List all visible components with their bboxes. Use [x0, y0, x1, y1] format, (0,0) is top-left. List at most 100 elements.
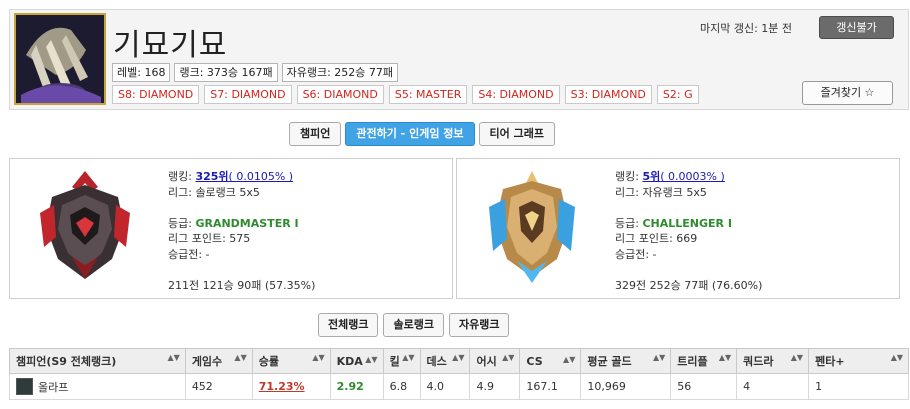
solo-tier: GRANDMASTER I [195, 216, 299, 230]
flex-promo: 승급전: - [615, 247, 657, 261]
flex-rank-link[interactable]: 5위 [642, 170, 660, 183]
col-penta[interactable]: 펜타+ ▲▼ [808, 348, 909, 374]
cell-deaths: 4.0 [419, 373, 471, 400]
flex-rank-info: 랭킹: 5위( 0.0003% ) 리그: 자유랭크 5x5 등급: CHALL… [615, 169, 762, 293]
solo-record: 211전 121승 90패 (57.35%) [168, 278, 316, 292]
profile-stats: 레벨: 168 랭크: 373승 167패 자유랭크: 252승 77패 [112, 63, 399, 82]
col-kda[interactable]: KDA ▲▼ [329, 348, 384, 374]
cell-kills: 6.8 [382, 373, 421, 400]
mode-tabs: 챔피언 관전하기 - 인게임 정보 티어 그래프 [289, 122, 555, 146]
champion-stats-table: 챔피언(S9 전체랭크) ▲▼ 게임수 ▲▼ 승률 ▲▼ KDA ▲▼ 킬 ▲▼ 데스 ▲▼… [9, 348, 909, 400]
rank-label: 랭킹: [168, 170, 196, 183]
profile-header: 기묘기묘 레벨: 168 랭크: 373승 167패 자유랭크: 252승 77… [9, 9, 909, 110]
sort-icon: ▲▼ [452, 353, 465, 362]
header-label: 데스 [426, 355, 447, 368]
level-tag: 레벨: 168 [112, 63, 171, 82]
header-label: 펜타+ [815, 355, 845, 368]
season-badge: S4: DIAMOND [472, 85, 560, 104]
table-row: 올라프 452 71.23% 2.92 6.8 4.0 4.9 167.1 10… [9, 373, 909, 400]
rank-label: 랭킹: [615, 170, 643, 183]
flex-tier: CHALLENGER I [642, 216, 732, 230]
header-label: 평균 골드 [587, 355, 632, 368]
flex-league: 리그: 자유랭크 5x5 [615, 185, 707, 199]
solo-rank-percent[interactable]: ( 0.0105% ) [229, 170, 294, 183]
flex-record: 329전 252승 77패 (76.60%) [615, 278, 763, 292]
sort-icon: ▲▼ [234, 353, 247, 362]
cell-games: 452 [184, 373, 253, 400]
tab-tier-graph[interactable]: 티어 그래프 [478, 122, 555, 146]
col-kills[interactable]: 킬 ▲▼ [382, 348, 421, 374]
challenger-emblem-icon [479, 167, 585, 285]
season-badge: S2: G [656, 85, 699, 104]
sort-icon: ▲▼ [563, 354, 576, 364]
sort-icon: ▲▼ [365, 354, 378, 364]
update-button[interactable]: 갱신불가 [819, 16, 894, 39]
col-quadra[interactable]: 쿼드라 ▲▼ [736, 348, 810, 374]
col-assists[interactable]: 어시 ▲▼ [469, 348, 521, 374]
season-badge: S3: DIAMOND [564, 85, 652, 104]
col-champion[interactable]: 챔피언(S9 전체랭크) ▲▼ [9, 348, 186, 374]
season-badge: S6: DIAMOND [296, 85, 384, 104]
season-badge: S7: DIAMOND [204, 85, 292, 104]
tab-champion[interactable]: 챔피언 [289, 122, 342, 146]
cell-penta: 1 [808, 373, 909, 400]
header-label: 게임수 [191, 355, 223, 368]
tier-label: 등급: [615, 216, 643, 230]
cell-champion: 올라프 [9, 373, 186, 400]
col-games[interactable]: 게임수 ▲▼ [184, 348, 253, 374]
cell-quadra: 4 [736, 373, 810, 400]
tab-all-rank[interactable]: 전체랭크 [318, 313, 379, 337]
cell-triple: 56 [670, 373, 738, 400]
champion-name: 올라프 [38, 380, 69, 394]
last-update-text: 마지막 갱신: 1분 전 [700, 22, 793, 35]
tab-solo-rank[interactable]: 솔로랭크 [383, 313, 444, 337]
season-badge: S8: DIAMOND [112, 85, 200, 104]
table-header-row: 챔피언(S9 전체랭크) ▲▼ 게임수 ▲▼ 승률 ▲▼ KDA ▲▼ 킬 ▲▼ 데스 ▲▼… [9, 348, 909, 374]
col-deaths[interactable]: 데스 ▲▼ [419, 348, 471, 374]
col-triple[interactable]: 트리플 ▲▼ [670, 348, 738, 374]
solo-league: 리그: 솔로랭크 5x5 [168, 185, 260, 199]
cell-winrate: 71.23% [251, 373, 331, 400]
solo-rank-link[interactable]: 325위 [195, 170, 228, 183]
solo-lp: 리그 포인트: 575 [168, 232, 251, 245]
sort-icon: ▲▼ [652, 353, 666, 362]
header-label: KDA [336, 354, 363, 368]
header-label: 쿼드라 [743, 355, 774, 368]
sort-icon: ▲▼ [502, 353, 515, 362]
grandmaster-emblem-icon [32, 167, 138, 285]
summoner-name: 기묘기묘 [113, 28, 228, 63]
winrate-value: 71.23% [258, 380, 305, 393]
champion-portrait-icon [16, 378, 33, 395]
sort-icon: ▲▼ [718, 353, 732, 362]
flex-lp: 리그 포인트: 669 [615, 232, 698, 245]
sort-icon: ▲▼ [890, 353, 903, 362]
flex-rank-percent[interactable]: ( 0.0003% ) [660, 170, 725, 183]
rank-record-tag: 랭크: 373승 167패 [174, 63, 278, 82]
solo-rank-panel: 랭킹: 325위( 0.0105% ) 리그: 솔로랭크 5x5 등급: GRA… [9, 158, 453, 299]
tab-spectate[interactable]: 관전하기 - 인게임 정보 [345, 122, 475, 146]
flex-rank-panel: 랭킹: 5위( 0.0003% ) 리그: 자유랭크 5x5 등급: CHALL… [456, 158, 900, 299]
header-label: 트리플 [677, 355, 708, 368]
header-label: 챔피언(S9 전체랭크) [16, 355, 117, 368]
season-badge: S5: MASTER [388, 85, 468, 104]
header-label: CS [526, 354, 543, 368]
header-label: 어시 [476, 355, 497, 368]
cell-cs: 167.1 [519, 373, 582, 400]
solo-rank-info: 랭킹: 325위( 0.0105% ) 리그: 솔로랭크 5x5 등급: GRA… [168, 169, 315, 293]
cell-assists: 4.9 [469, 373, 521, 400]
solo-promo: 승급전: - [168, 247, 210, 261]
sort-icon: ▲▼ [167, 353, 180, 362]
sort-icon: ▲▼ [790, 353, 804, 362]
tab-flex-rank[interactable]: 자유랭크 [448, 313, 510, 337]
header-label: 승률 [258, 355, 279, 368]
col-cs[interactable]: CS ▲▼ [519, 348, 582, 374]
col-winrate[interactable]: 승률 ▲▼ [251, 348, 331, 374]
kda-value: 2.92 [336, 380, 364, 393]
season-history: S8: DIAMOND S7: DIAMOND S6: DIAMOND S5: … [112, 85, 699, 104]
col-gold[interactable]: 평균 골드 ▲▼ [580, 348, 672, 374]
cell-kda: 2.92 [329, 373, 384, 400]
profile-icon [14, 13, 106, 105]
sort-icon: ▲▼ [402, 353, 415, 362]
rank-type-tabs: 전체랭크 솔로랭크 자유랭크 [318, 313, 510, 337]
favorite-button[interactable]: 즐겨찾기 ☆ [802, 81, 893, 105]
